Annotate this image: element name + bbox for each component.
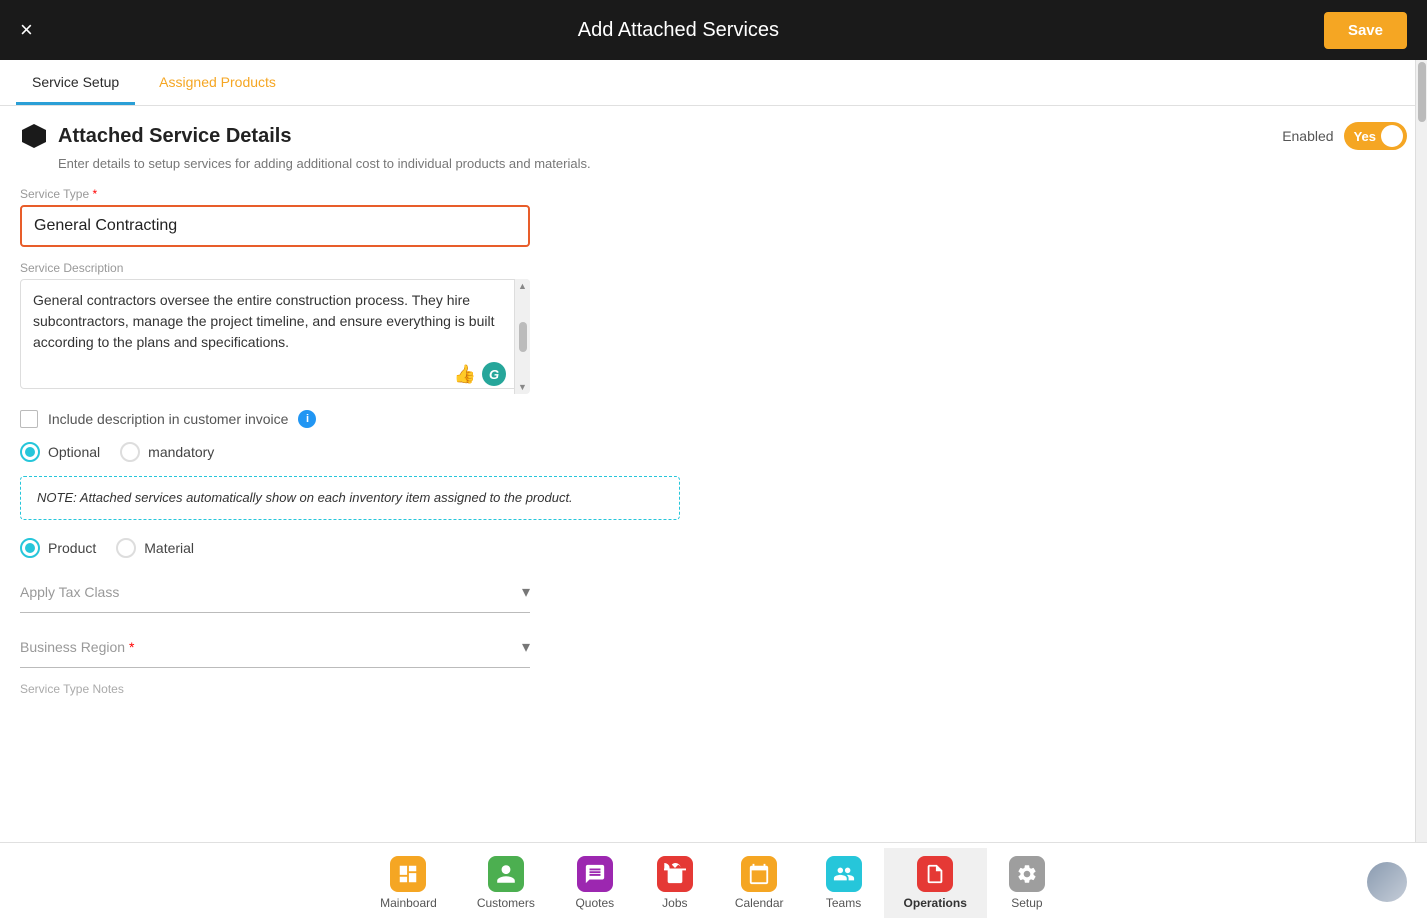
include-description-row: Include description in customer invoice … — [20, 410, 1407, 428]
teams-label: Teams — [826, 896, 861, 910]
page-title: Add Attached Services — [578, 19, 779, 42]
section-description: Enter details to setup services for addi… — [58, 156, 1407, 171]
scroll-up-arrow[interactable]: ▲ — [518, 281, 527, 291]
nav-item-quotes[interactable]: Quotes — [555, 848, 635, 918]
service-type-notes-label: Service Type Notes — [20, 682, 1407, 696]
nav-items: Mainboard Customers Quotes Jobs Calendar — [360, 848, 1067, 918]
service-description-label: Service Description — [20, 261, 1407, 275]
business-region-label: Business Region * — [20, 639, 134, 655]
textarea-wrapper: General contractors oversee the entire c… — [20, 279, 530, 394]
optional-label: Optional — [48, 444, 100, 460]
tab-assigned-products[interactable]: Assigned Products — [143, 64, 292, 105]
avatar-image — [1367, 862, 1407, 902]
section-title: Attached Service Details — [58, 125, 291, 148]
note-text: NOTE: Attached services automatically sh… — [37, 490, 573, 505]
service-type-field: Service Type — [20, 187, 1407, 247]
main-content: Attached Service Details Enabled Yes Ent… — [0, 106, 1427, 842]
nav-item-customers[interactable]: Customers — [457, 848, 555, 918]
thumbs-up-icon: 👍 — [454, 364, 476, 385]
service-type-label: Service Type — [20, 187, 1407, 201]
nav-item-mainboard[interactable]: Mainboard — [360, 848, 457, 918]
nav-item-operations[interactable]: Operations — [884, 848, 987, 918]
grammarly-icon[interactable]: G — [482, 362, 506, 386]
apply-tax-class-field: Apply Tax Class ▾ — [20, 572, 1407, 613]
mandatory-label: mandatory — [148, 444, 214, 460]
calendar-label: Calendar — [735, 896, 784, 910]
nav-item-calendar[interactable]: Calendar — [715, 848, 804, 918]
service-type-input[interactable] — [20, 205, 530, 247]
mandatory-radio-circle — [120, 442, 140, 462]
mainboard-icon — [390, 856, 426, 892]
page-scrollbar[interactable] — [1415, 60, 1427, 842]
apply-tax-class-dropdown[interactable]: Apply Tax Class ▾ — [20, 572, 530, 613]
product-label: Product — [48, 540, 96, 556]
operations-icon — [917, 856, 953, 892]
note-box: NOTE: Attached services automatically sh… — [20, 476, 680, 520]
optional-mandatory-group: Optional mandatory — [20, 442, 1407, 462]
material-label: Material — [144, 540, 194, 556]
jobs-label: Jobs — [662, 896, 687, 910]
nav-item-jobs[interactable]: Jobs — [635, 848, 715, 918]
material-radio[interactable]: Material — [116, 538, 194, 558]
tabs-bar: Service Setup Assigned Products — [0, 60, 1427, 106]
product-radio[interactable]: Product — [20, 538, 96, 558]
setup-label: Setup — [1011, 896, 1042, 910]
service-description-field: Service Description General contractors … — [20, 261, 1407, 394]
business-region-dropdown[interactable]: Business Region * ▾ — [20, 627, 530, 668]
operations-label: Operations — [904, 896, 967, 910]
business-region-arrow-icon: ▾ — [522, 637, 530, 657]
avatar[interactable] — [1367, 862, 1407, 902]
toggle-switch[interactable]: Yes — [1344, 122, 1407, 150]
info-icon[interactable]: i — [298, 410, 316, 428]
nav-item-setup[interactable]: Setup — [987, 848, 1067, 918]
textarea-scrollbar[interactable]: ▲ ▼ — [514, 279, 530, 394]
optional-radio-circle — [20, 442, 40, 462]
teams-icon — [826, 856, 862, 892]
save-button[interactable]: Save — [1324, 12, 1407, 49]
product-material-group: Product Material — [20, 538, 1407, 558]
nav-item-teams[interactable]: Teams — [804, 848, 884, 918]
jobs-icon — [657, 856, 693, 892]
enabled-label: Enabled — [1282, 128, 1333, 144]
scroll-thumb — [519, 322, 527, 352]
business-region-field: Business Region * ▾ — [20, 627, 1407, 668]
optional-radio-dot — [25, 447, 35, 457]
customers-icon — [488, 856, 524, 892]
section-title-group: Attached Service Details — [20, 122, 291, 150]
toggle-circle — [1381, 125, 1403, 147]
material-radio-circle — [116, 538, 136, 558]
mainboard-label: Mainboard — [380, 896, 437, 910]
bottom-nav: Mainboard Customers Quotes Jobs Calendar — [0, 842, 1427, 922]
toggle-yes-label: Yes — [1354, 129, 1376, 144]
product-radio-dot — [25, 543, 35, 553]
product-radio-circle — [20, 538, 40, 558]
optional-radio[interactable]: Optional — [20, 442, 100, 462]
calendar-icon — [741, 856, 777, 892]
scroll-down-arrow[interactable]: ▼ — [518, 382, 527, 392]
tax-class-arrow-icon: ▾ — [522, 582, 530, 602]
service-type-notes-field: Service Type Notes — [20, 682, 1407, 696]
include-description-checkbox[interactable] — [20, 410, 38, 428]
close-button[interactable]: × — [20, 17, 33, 43]
customers-label: Customers — [477, 896, 535, 910]
textarea-icons: 👍 G — [454, 362, 506, 386]
section-header: Attached Service Details Enabled Yes — [20, 122, 1407, 150]
quotes-label: Quotes — [575, 896, 614, 910]
enabled-group: Enabled Yes — [1282, 122, 1407, 150]
apply-tax-class-label: Apply Tax Class — [20, 584, 119, 600]
include-description-label: Include description in customer invoice — [48, 411, 288, 427]
quotes-icon — [577, 856, 613, 892]
tab-service-setup[interactable]: Service Setup — [16, 64, 135, 105]
setup-icon — [1009, 856, 1045, 892]
mandatory-radio[interactable]: mandatory — [120, 442, 214, 462]
page-scroll-thumb — [1418, 62, 1426, 122]
hex-icon — [20, 122, 48, 150]
app-header: × Add Attached Services Save — [0, 0, 1427, 60]
